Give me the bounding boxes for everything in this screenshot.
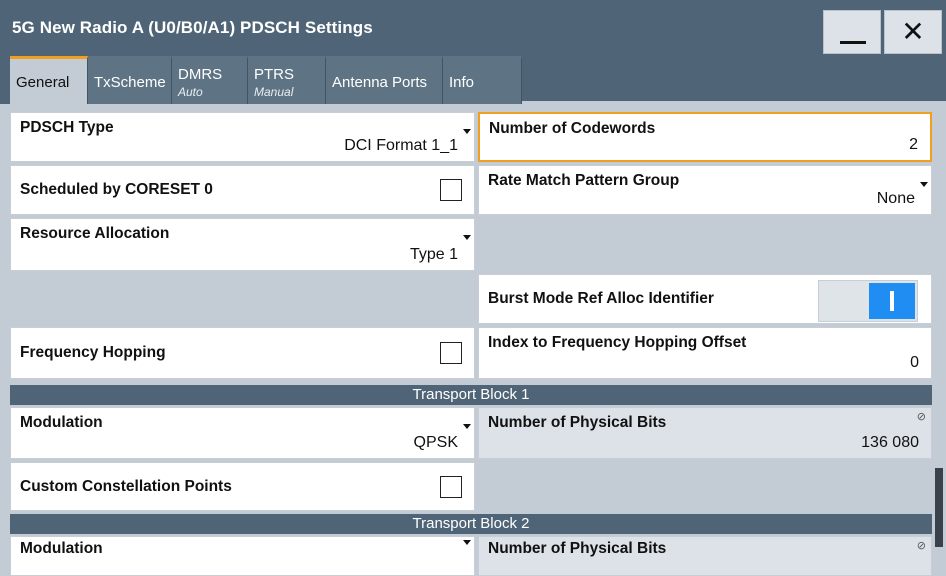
- field-label: Index to Frequency Hopping Offset: [488, 334, 747, 351]
- dropdown-arrow-icon: [920, 182, 928, 187]
- number-of-codewords-field[interactable]: Number of Codewords 2: [478, 112, 932, 162]
- frequency-hopping-checkbox[interactable]: [440, 342, 462, 364]
- field-label: Resource Allocation: [20, 225, 170, 242]
- tab-sublabel: Auto: [178, 85, 203, 99]
- tab-label: Antenna Ports: [332, 74, 428, 91]
- frequency-hopping-row[interactable]: Frequency Hopping: [10, 327, 475, 379]
- scheduled-by-coreset0-checkbox[interactable]: [440, 179, 462, 201]
- field-label: Number of Codewords: [489, 120, 656, 137]
- field-label: Number of Physical Bits: [488, 414, 667, 431]
- tab-bar: General TxScheme DMRS Auto PTRS Manual A…: [0, 56, 946, 104]
- field-label: Burst Mode Ref Alloc Identifier: [488, 290, 714, 307]
- field-label: PDSCH Type: [20, 119, 114, 136]
- toggle-on-indicator: [869, 283, 915, 319]
- custom-constellation-row[interactable]: Custom Constellation Points: [10, 462, 475, 511]
- readonly-icon: ⊘: [916, 540, 926, 552]
- tab-label: DMRS: [178, 66, 223, 83]
- close-button[interactable]: ✕: [884, 10, 942, 54]
- field-label: Custom Constellation Points: [20, 477, 232, 495]
- tab-label: TxScheme: [94, 74, 166, 91]
- dropdown-arrow-icon: [463, 129, 471, 134]
- dropdown-arrow-icon: [463, 540, 471, 545]
- tab-ptrs[interactable]: PTRS Manual: [248, 56, 326, 104]
- rate-match-pattern-group-dropdown[interactable]: Rate Match Pattern Group None: [478, 165, 932, 215]
- field-label: Modulation: [20, 414, 103, 431]
- dropdown-arrow-icon: [463, 424, 471, 429]
- minimize-button[interactable]: [823, 10, 881, 54]
- transport-block-2-header: Transport Block 2: [10, 514, 932, 534]
- number-of-physical-bits-field-tb2: ⊘ Number of Physical Bits: [478, 536, 932, 576]
- tab-info[interactable]: Info: [443, 56, 522, 104]
- field-value: Type 1: [409, 246, 458, 263]
- resource-allocation-dropdown[interactable]: Resource Allocation Type 1: [10, 218, 475, 271]
- tab-label: Info: [449, 74, 475, 91]
- scrollbar-thumb[interactable]: [935, 468, 943, 547]
- burst-mode-toggle[interactable]: [818, 280, 918, 322]
- custom-constellation-checkbox[interactable]: [440, 475, 462, 498]
- frequency-hopping-offset-field[interactable]: Index to Frequency Hopping Offset 0: [478, 327, 932, 379]
- field-label: Frequency Hopping: [20, 344, 166, 361]
- dropdown-arrow-icon: [463, 235, 471, 240]
- tab-antenna-ports[interactable]: Antenna Ports: [326, 56, 443, 104]
- tab-label: PTRS: [254, 66, 295, 83]
- scheduled-by-coreset0-row[interactable]: Scheduled by CORESET 0: [10, 165, 475, 215]
- transport-block-1-header: Transport Block 1: [10, 385, 932, 405]
- tab-sublabel: Manual: [254, 85, 294, 99]
- field-label: Rate Match Pattern Group: [488, 172, 680, 189]
- tab-label: General: [16, 74, 70, 91]
- modulation-dropdown[interactable]: Modulation QPSK: [10, 407, 475, 459]
- number-of-physical-bits-field: ⊘ Number of Physical Bits 136 080: [478, 407, 932, 459]
- field-value: 136 080: [861, 434, 919, 451]
- tab-general[interactable]: General: [10, 56, 88, 104]
- field-value: None: [876, 190, 915, 207]
- tab-dmrs[interactable]: DMRS Auto: [172, 56, 248, 104]
- tab-txscheme[interactable]: TxScheme: [88, 56, 172, 104]
- field-value: 2: [909, 136, 918, 153]
- tab-bar-fill: [522, 56, 946, 104]
- readonly-icon: ⊘: [916, 411, 926, 423]
- field-label: Scheduled by CORESET 0: [20, 181, 213, 198]
- modulation-dropdown-tb2[interactable]: Modulation: [10, 536, 475, 576]
- field-value: 0: [910, 354, 919, 371]
- title-bar: 5G New Radio A (U0/B0/A1) PDSCH Settings…: [0, 0, 946, 56]
- field-label: Number of Physical Bits: [488, 540, 667, 557]
- window-title: 5G New Radio A (U0/B0/A1) PDSCH Settings: [12, 18, 373, 37]
- field-value: QPSK: [413, 434, 458, 451]
- pdsch-type-dropdown[interactable]: PDSCH Type DCI Format 1_1: [10, 112, 475, 162]
- field-value: DCI Format 1_1: [344, 137, 458, 154]
- field-label: Modulation: [20, 540, 103, 557]
